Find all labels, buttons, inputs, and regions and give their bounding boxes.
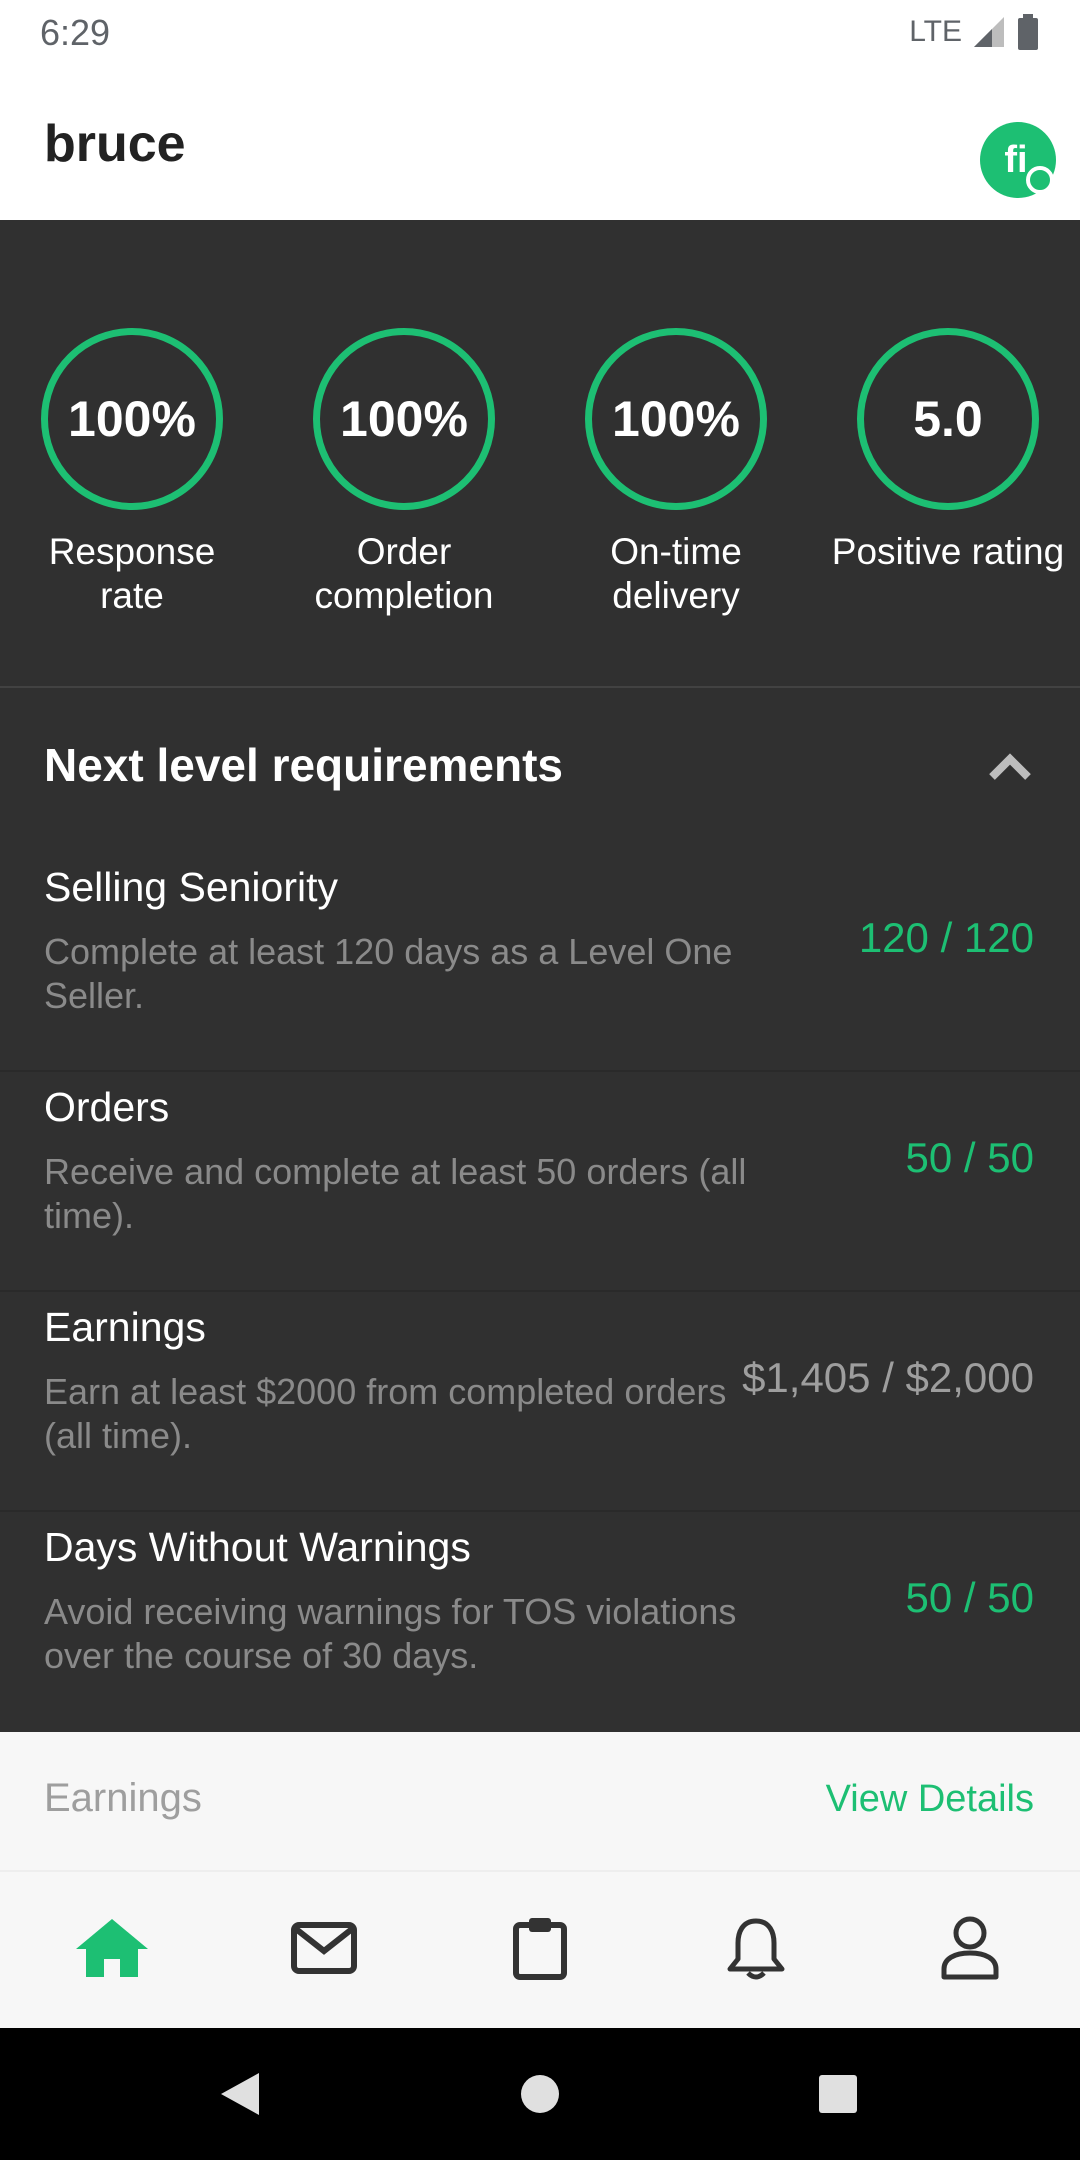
nav-home[interactable] [72,1908,152,1988]
bottom-nav [0,1872,1080,2028]
requirement-name: Selling Seniority [44,864,338,910]
requirement-progress: 50 / 50 [905,1574,1034,1621]
requirement-progress: 120 / 120 [858,914,1034,961]
stat-ring: 5.0 [857,328,1039,510]
home-circle-icon [521,2075,559,2113]
stat-label: On-time delivery [610,531,742,616]
stat-positive-rating: 5.0 Positive rating [828,328,1068,574]
stat-response-rate: 100% Response rate [12,328,252,618]
recents-icon [819,2075,857,2113]
mail-icon [291,1922,357,1974]
page-title: bruce [44,115,186,173]
system-navigation-bar [0,2028,1080,2160]
requirement-description: Earn at least $2000 from completed order… [44,1371,727,1456]
stat-value: 5.0 [913,391,983,447]
requirement-description: Avoid receiving warnings for TOS violati… [44,1591,737,1676]
app-bar: bruce fi [0,66,1080,220]
status-icons: LTE [909,14,1040,50]
requirement-description: Complete at least 120 days as a Level On… [44,931,733,1016]
recents-button[interactable] [808,2064,868,2124]
profile-icon [941,1916,999,1980]
fiverr-logo-icon[interactable]: fi [978,120,1058,200]
stat-on-time-delivery: 100% On-time delivery [556,328,796,618]
back-button[interactable] [210,2064,270,2124]
seller-stats: 100% Response rate 100% Order completion… [0,220,1080,688]
svg-text:fi: fi [1004,139,1027,181]
nav-notifications[interactable] [716,1908,796,1988]
requirement-row: Days Without Warnings Avoid receiving wa… [0,1512,1080,1732]
stat-ring: 100% [313,328,495,510]
requirement-name: Days Without Warnings [44,1524,471,1570]
stat-value: 100% [340,391,468,447]
requirement-progress: $1,405 / $2,000 [742,1354,1034,1401]
clipboard-icon [513,1918,567,1980]
earnings-label: Earnings [44,1776,202,1820]
requirement-row: Orders Receive and complete at least 50 … [0,1072,1080,1292]
requirement-name: Earnings [44,1304,206,1350]
status-bar: 6:29 LTE [0,0,1080,66]
section-title: Next level requirements [44,739,564,791]
requirement-row: Selling Seniority Complete at least 120 … [0,852,1080,1072]
back-icon [221,2073,259,2115]
requirement-description: Receive and complete at least 50 orders … [44,1151,747,1236]
bell-icon [727,1918,785,1980]
stat-label: Order completion [314,531,494,616]
stat-order-completion: 100% Order completion [284,328,524,618]
status-time: 6:29 [40,12,111,53]
stat-label: Positive rating [831,531,1065,572]
requirements-header[interactable]: Next level requirements [0,688,1080,852]
home-button[interactable] [510,2064,570,2124]
battery-icon [1018,14,1038,50]
stat-label: Response rate [48,531,216,616]
nav-inbox[interactable] [284,1908,364,1988]
next-level-requirements: Next level requirements Selling Seniorit… [0,688,1080,1732]
requirement-row: Earnings Earn at least $2000 from comple… [0,1292,1080,1512]
stat-value: 100% [68,391,196,447]
stat-value: 100% [612,391,740,447]
stat-ring: 100% [585,328,767,510]
stat-ring: 100% [41,328,223,510]
signal-icon [974,17,1004,47]
nav-orders[interactable] [500,1908,580,1988]
view-details-link[interactable]: View Details [826,1778,1034,1821]
network-type: LTE [909,15,962,48]
earnings-section-header: Earnings View Details [0,1732,1080,1872]
nav-profile[interactable] [930,1908,1010,1988]
requirement-progress: 50 / 50 [905,1134,1034,1181]
chevron-up-icon[interactable] [984,740,1036,792]
home-icon [76,1919,148,1977]
requirement-name: Orders [44,1084,170,1130]
